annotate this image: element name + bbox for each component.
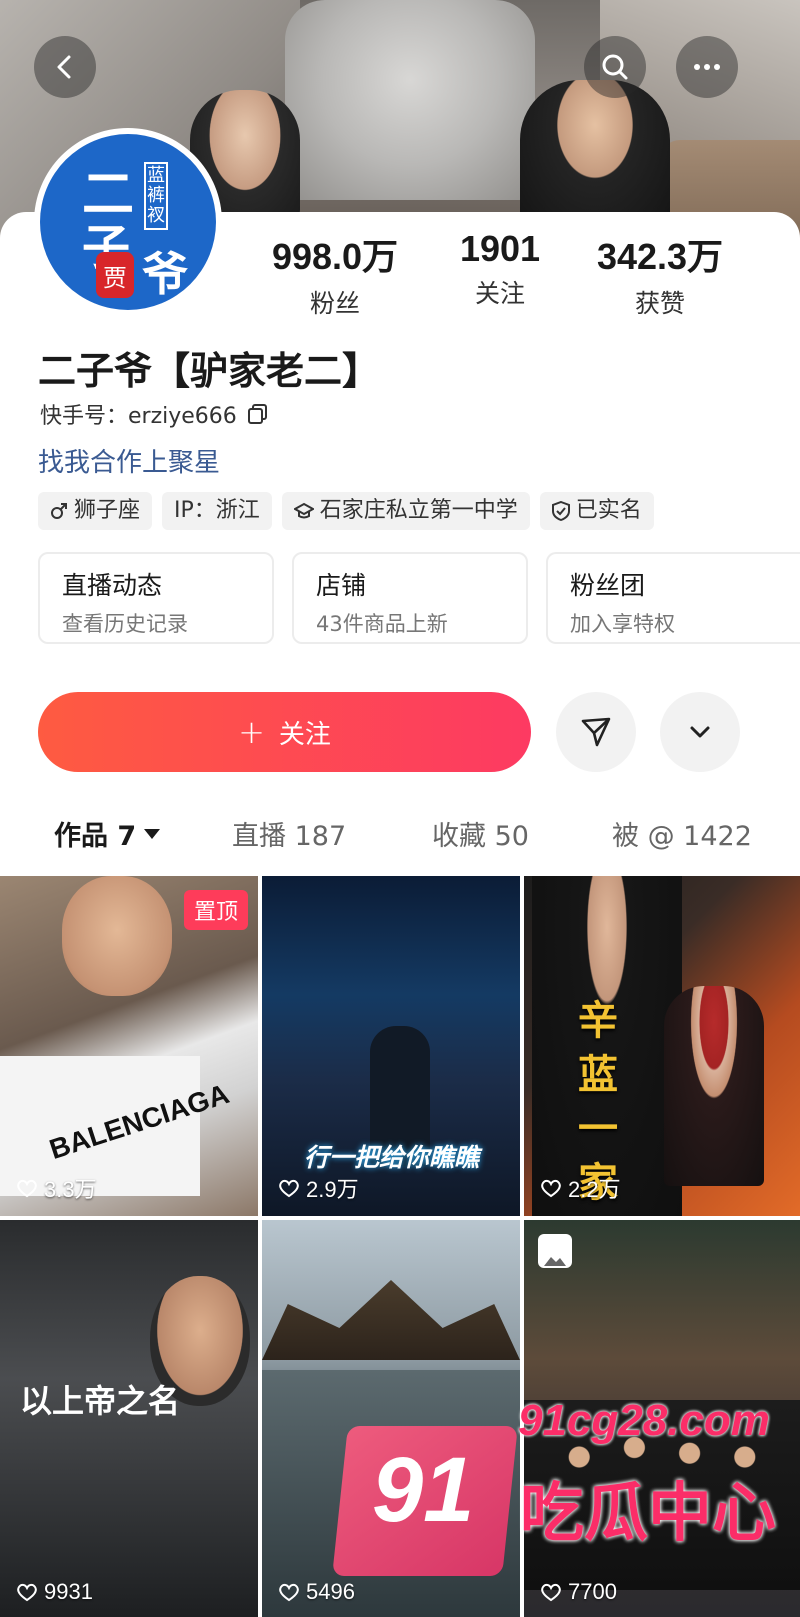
profile-name: 二子爷【驴家老二】: [38, 349, 381, 393]
heart-icon: [541, 1583, 561, 1602]
heart-icon: [279, 1179, 299, 1198]
feature-title: 店铺: [316, 571, 367, 600]
search-icon: [602, 54, 628, 80]
follow-button[interactable]: + 关注: [38, 692, 531, 772]
tab-label: 直播 187: [232, 821, 347, 852]
tag-label: 已实名: [575, 498, 642, 523]
heart-icon: [17, 1179, 37, 1198]
send-message-button[interactable]: [556, 692, 636, 772]
kuaishou-id-row: 快手号：erziye666: [40, 398, 269, 430]
thumbnail-overlay-text: 以上帝之名: [20, 1382, 181, 1420]
stat-value: 342.3万: [596, 236, 724, 277]
copy-icon[interactable]: [247, 403, 269, 425]
more-options-button[interactable]: [660, 692, 740, 772]
back-button[interactable]: [34, 36, 96, 98]
like-count-value: 2.2万: [568, 1177, 621, 1202]
follow-label: 关注: [278, 719, 331, 750]
tab-label: 被 @ 1422: [612, 821, 752, 852]
image-post-icon: [538, 1234, 572, 1268]
heart-icon: [17, 1583, 37, 1602]
heart-icon: [279, 1583, 299, 1602]
avatar-seal: 贾: [96, 252, 134, 298]
tag-ip: IP：浙江: [162, 492, 272, 530]
feature-subtitle: 43件商品上新: [316, 612, 448, 636]
stat-following[interactable]: 1901 关注: [415, 228, 585, 310]
chevron-left-icon: [57, 55, 71, 79]
content-tabs: 作品 7 直播 187 收藏 50 被 @ 1422: [0, 814, 800, 864]
cooperation-link[interactable]: 找我合作上聚星: [38, 442, 220, 479]
thumbnail-person: [62, 876, 172, 996]
avatar[interactable]: 二 子 爷 蓝裤衩 贾: [34, 128, 222, 316]
like-count-value: 2.9万: [306, 1177, 359, 1202]
tab-live[interactable]: 直播 187: [232, 814, 346, 853]
stat-followers[interactable]: 998.0万 粉丝: [250, 228, 420, 320]
plus-icon: +: [238, 713, 265, 751]
pinned-badge: 置顶: [183, 890, 248, 930]
tag-zodiac: 狮子座: [38, 492, 153, 530]
tag-label: 狮子座: [74, 498, 141, 523]
video-tile[interactable]: BALENCIAGA 置顶 3.3万: [0, 876, 258, 1216]
like-count: 3.3万: [16, 1172, 97, 1204]
tag-label: IP：浙江: [174, 498, 260, 523]
feature-subtitle: 加入享特权: [570, 612, 675, 636]
stat-likes[interactable]: 342.3万 获赞: [575, 228, 745, 320]
feature-title: 粉丝团: [570, 571, 646, 600]
video-tile[interactable]: 行一把给你瞧瞧 2.9万: [262, 876, 520, 1216]
more-button[interactable]: [676, 36, 738, 98]
stat-label: 获赞: [634, 289, 685, 318]
tab-label: 作品 7: [54, 821, 137, 852]
more-horizontal-icon: [694, 64, 720, 70]
avatar-logo: 二 子 爷 蓝裤衩 贾: [40, 134, 216, 310]
avatar-char-3: 爷: [142, 247, 188, 301]
tag-verified: 已实名: [539, 492, 654, 530]
tab-label: 收藏 50: [432, 821, 529, 852]
like-count: 5496: [278, 1579, 355, 1605]
feature-subtitle: 查看历史记录: [62, 612, 188, 636]
shield-check-icon: [551, 501, 570, 521]
tab-mentions[interactable]: 被 @ 1422: [612, 814, 752, 853]
thumbnail-person: [664, 986, 764, 1186]
profile-tags: 狮子座 IP：浙江 石家庄私立第一中学 已实名: [38, 492, 654, 530]
stat-value: 1901: [459, 228, 541, 269]
like-count: 2.2万: [540, 1172, 621, 1204]
video-tile[interactable]: 辛蓝一家 2.2万: [524, 876, 800, 1216]
feature-fan-club[interactable]: 粉丝团 加入享特权: [546, 552, 800, 644]
cover-person-right: [520, 80, 670, 230]
feature-cards: 直播动态 查看历史记录 店铺 43件商品上新 粉丝团 加入享特权: [38, 552, 800, 644]
profile-stats: 998.0万 粉丝 1901 关注 342.3万 获赞: [250, 228, 770, 318]
like-count-value: 9931: [44, 1579, 93, 1604]
thumbnail-building: [262, 1280, 520, 1360]
like-count-value: 5496: [306, 1579, 355, 1604]
chevron-down-icon: [690, 726, 710, 738]
stat-label: 粉丝: [309, 289, 360, 318]
tab-works[interactable]: 作品 7: [54, 814, 161, 853]
thumbnail-overlay-text: 行一把给你瞧瞧: [304, 1143, 480, 1172]
watermark-url: 91cg28.com: [518, 1396, 770, 1445]
feature-live-history[interactable]: 直播动态 查看历史记录: [38, 552, 274, 644]
tab-favorites[interactable]: 收藏 50: [432, 814, 529, 853]
cover-person-center: [285, 0, 535, 200]
kuaishou-id: 快手号：erziye666: [40, 404, 237, 429]
search-button[interactable]: [584, 36, 646, 98]
male-icon: [51, 503, 67, 519]
heart-icon: [541, 1179, 561, 1198]
like-count-value: 7700: [568, 1579, 617, 1604]
school-icon: [293, 502, 314, 519]
watermark-name: 吃瓜中心: [520, 1477, 776, 1551]
tag-label: 石家庄私立第一中学: [319, 498, 518, 523]
like-count: 9931: [16, 1579, 93, 1605]
like-count: 2.9万: [278, 1172, 359, 1204]
stat-value: 998.0万: [271, 236, 399, 277]
watermark-number: 91: [372, 1439, 475, 1541]
stat-label: 关注: [474, 279, 525, 308]
like-count-value: 3.3万: [44, 1177, 97, 1202]
feature-title: 直播动态: [62, 571, 163, 600]
video-tile[interactable]: 以上帝之名 9931: [0, 1220, 258, 1617]
feature-shop[interactable]: 店铺 43件商品上新: [292, 552, 528, 644]
avatar-subtext: 蓝裤衩: [144, 162, 168, 230]
like-count: 7700: [540, 1579, 617, 1605]
caret-down-icon: [144, 828, 161, 839]
tag-school[interactable]: 石家庄私立第一中学: [281, 492, 530, 530]
send-icon: [581, 717, 611, 747]
